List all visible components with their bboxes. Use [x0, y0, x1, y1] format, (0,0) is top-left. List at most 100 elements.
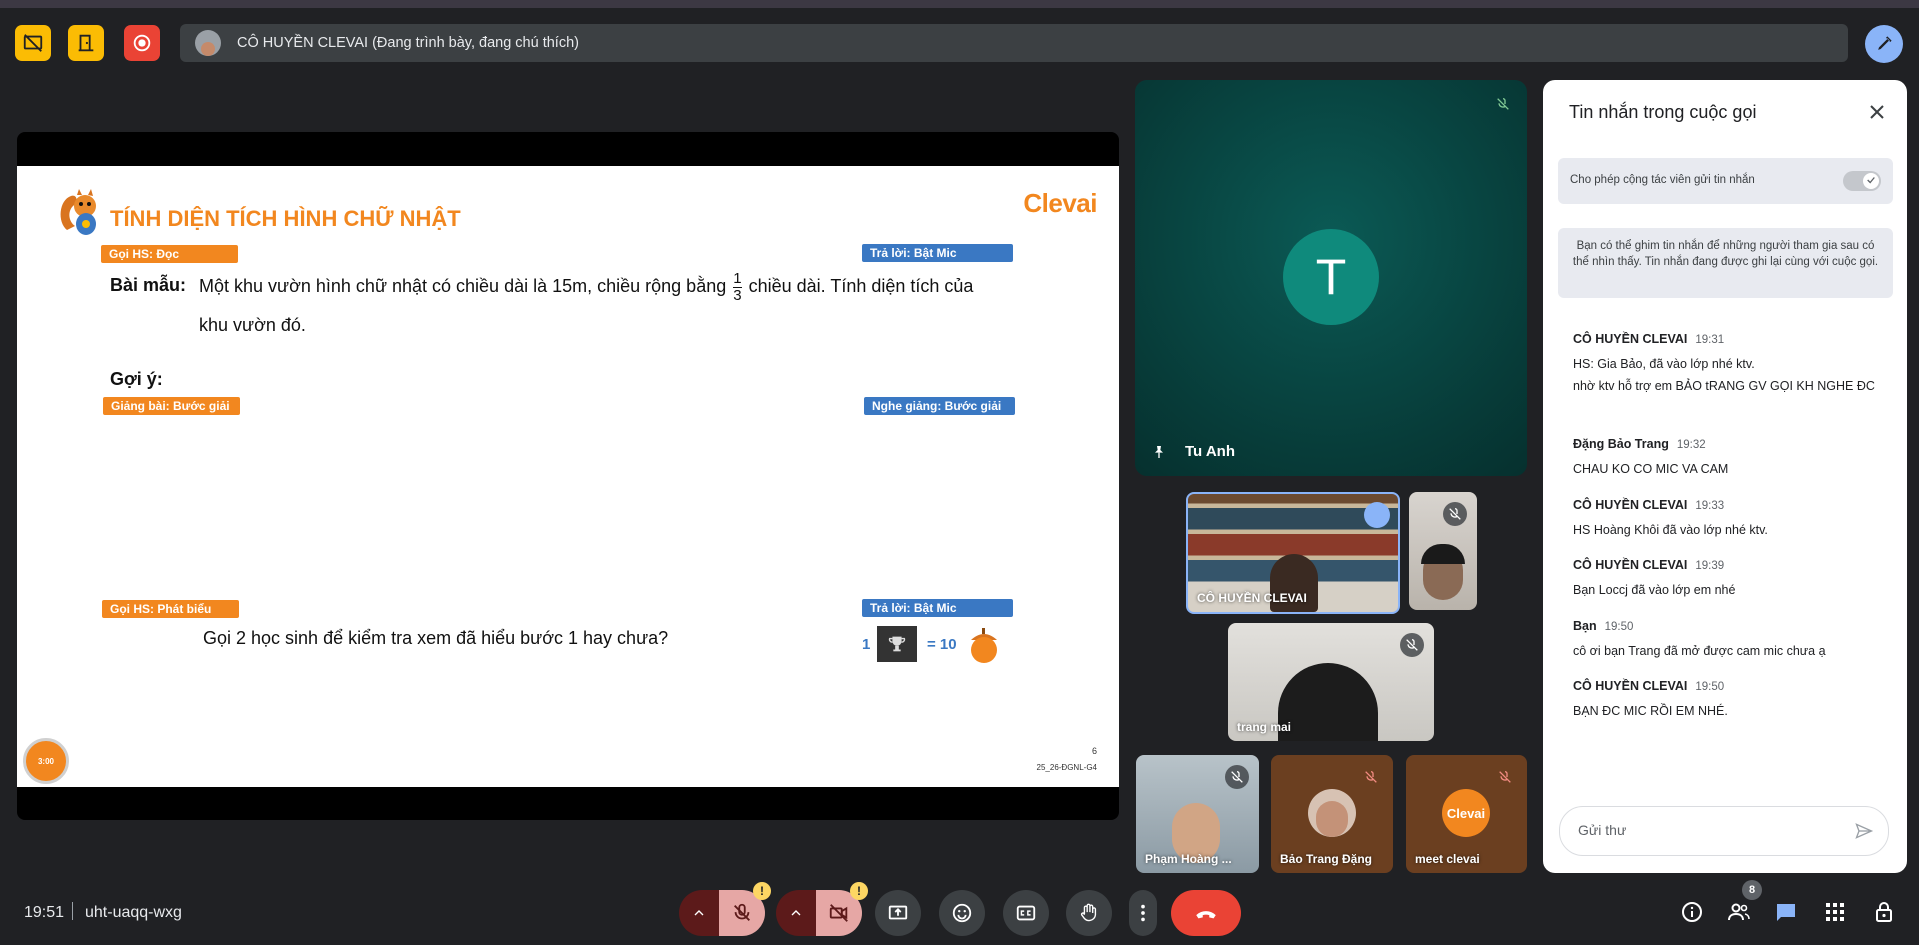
participant-tile-meet-clevai[interactable]: Clevai meet clevai — [1406, 755, 1527, 873]
allow-messages-row: Cho phép cộng tác viên gửi tin nhắn — [1558, 158, 1893, 204]
sample-label: Bài mẫu: — [110, 275, 187, 295]
mic-off-icon — [1443, 502, 1467, 526]
mic-off-icon — [1400, 633, 1424, 657]
participant-tile-boy[interactable] — [1409, 492, 1477, 610]
participant-avatar — [1308, 789, 1356, 837]
tag-answer-mic-2: Trả lời: Bật Mic — [862, 599, 1013, 617]
captions-icon — [1016, 905, 1036, 921]
window-top-strip — [0, 0, 1919, 8]
participant-name: Tu Anh — [1185, 443, 1235, 460]
message-sender: CÔ HUYỀN CLEVAI — [1573, 558, 1688, 572]
chat-icon — [1777, 904, 1795, 921]
message-text: nhờ ktv hỗ trợ em BẢO tRANG GV GỌI KH NG… — [1573, 379, 1875, 393]
reward-equals: = 10 — [927, 636, 957, 653]
annotate-pen-icon — [1878, 36, 1892, 50]
allow-messages-toggle[interactable] — [1843, 171, 1881, 191]
countdown-timer: 3:00 — [23, 738, 69, 784]
acorn-icon — [971, 628, 997, 663]
hint-label: Gợi ý: — [110, 369, 163, 389]
annotate-button[interactable] — [1865, 25, 1903, 63]
chat-info-box: Bạn có thể ghim tin nhắn để những người … — [1558, 228, 1893, 298]
message-sender: CÔ HUYỀN CLEVAI — [1573, 332, 1688, 346]
message-time: 19:33 — [1695, 500, 1725, 512]
chat-input-box[interactable] — [1559, 806, 1889, 856]
fraction: 13 — [733, 269, 742, 304]
participant-name: Bảo Trang Đặng — [1280, 852, 1373, 866]
activities-button[interactable] — [1821, 898, 1849, 926]
tag-call-student-speak: Gọi HS: Phát biểu — [102, 600, 239, 618]
message-sender: CÔ HUYỀN CLEVAI — [1573, 679, 1688, 693]
chevron-up-icon — [694, 910, 704, 916]
chat-info-text: Bạn có thể ghim tin nhắn để những người … — [1572, 240, 1879, 268]
message-text: HS: Gia Bảo, đã vào lớp nhé ktv. — [1573, 357, 1755, 371]
present-button[interactable] — [875, 890, 921, 936]
participant-name: meet clevai — [1415, 852, 1480, 866]
mic-off-icon — [1359, 765, 1383, 789]
send-icon[interactable] — [1854, 821, 1874, 841]
chat-title: Tin nhắn trong cuộc gọi — [1569, 102, 1757, 122]
raise-hand-button[interactable] — [1066, 890, 1112, 936]
mic-off-icon — [1225, 765, 1249, 789]
mic-off-icon — [1493, 765, 1517, 789]
chat-message: CÔ HUYỀN CLEVAI 19:33 HS Hoàng Khôi đã và… — [1573, 496, 1883, 539]
message-text: BẠN ĐC MIC RỒI EM NHÉ. — [1573, 704, 1728, 718]
message-time: 19:32 — [1676, 439, 1706, 451]
tag-lecture-steps: Giảng bài: Bước giải — [103, 397, 240, 415]
fraction-denominator: 3 — [733, 286, 742, 304]
record-icon — [133, 34, 151, 52]
stop-presenting-button[interactable] — [15, 25, 51, 61]
chat-button[interactable] — [1772, 898, 1800, 926]
presenter-bar[interactable]: CÔ HUYỀN CLEVAI (Đang trình bày, đang ch… — [180, 24, 1848, 62]
pin-icon[interactable] — [1151, 444, 1167, 460]
slide-title: TÍNH DIỆN TÍCH HÌNH CHỮ NHẬT — [110, 206, 461, 231]
meeting-details-button[interactable] — [1678, 898, 1706, 926]
door-icon — [78, 34, 94, 52]
pinned-participant-tile[interactable]: T Tu Anh — [1135, 80, 1527, 476]
participant-name: Phạm Hoàng ... — [1145, 852, 1232, 866]
chat-message: CÔ HUYỀN CLEVAI 19:31 HS: Gia Bảo, đã vào… — [1573, 330, 1883, 395]
message-time: 19:39 — [1695, 560, 1725, 572]
screen-share-off-icon — [23, 34, 43, 52]
presentation-slide[interactable]: TÍNH DIỆN TÍCH HÌNH CHỮ NHẬT Clevai Gọi … — [17, 166, 1119, 787]
audio-options-button[interactable] — [679, 890, 719, 936]
presenter-status-text: CÔ HUYỀN CLEVAI (Đang trình bày, đang ch… — [237, 35, 579, 51]
participant-name: CÔ HUYỀN CLEVAI — [1197, 591, 1307, 605]
slide-page-number: 6 — [1091, 746, 1097, 756]
close-icon[interactable] — [1865, 100, 1889, 124]
people-icon — [1728, 903, 1750, 921]
camera-off-icon — [829, 904, 848, 922]
participant-tile-pham-hoang[interactable]: Phạm Hoàng ... — [1136, 755, 1259, 873]
participant-video — [1278, 663, 1378, 741]
trophy-icon — [877, 626, 917, 662]
mic-toggle-button[interactable]: ! — [719, 882, 771, 936]
meeting-clock: 19:51 — [24, 904, 65, 921]
message-text: cô ơi bạn Trang đã mở được cam mic chưa … — [1573, 644, 1826, 658]
tag-call-student-read: Gọi HS: Đọc — [101, 245, 238, 263]
end-call-icon — [1196, 911, 1216, 919]
participant-tile-host[interactable]: CÔ HUYỀN CLEVAI — [1186, 492, 1400, 614]
recording-button[interactable] — [124, 25, 160, 61]
reactions-button[interactable] — [939, 890, 985, 936]
chat-input[interactable] — [1576, 821, 1840, 839]
people-button[interactable] — [1725, 898, 1753, 926]
sample-problem: Một khu vườn hình chữ nhật có chiều dài … — [199, 267, 1019, 305]
more-options-button[interactable] — [1129, 890, 1157, 936]
meeting-code: uht-uaqq-wxg — [85, 904, 182, 921]
participant-tile-bao-trang[interactable]: Bảo Trang Đặng — [1271, 755, 1393, 873]
captions-button[interactable] — [1003, 890, 1049, 936]
camera-toggle-button[interactable]: ! — [816, 882, 868, 936]
participant-avatar: T — [1283, 229, 1379, 325]
fraction-numerator: 1 — [733, 269, 742, 288]
chevron-up-icon — [791, 910, 801, 916]
participant-tile-trang-mai[interactable]: trang mai — [1228, 623, 1434, 741]
host-controls-button[interactable] — [1870, 898, 1898, 926]
breakout-rooms-button[interactable] — [68, 25, 104, 61]
host-controls-icon — [1876, 902, 1892, 922]
mic-off-icon — [734, 903, 750, 921]
raise-hand-icon — [1080, 903, 1097, 922]
activities-icon — [1826, 903, 1844, 921]
chat-message: Bạn 19:50 cô ơi bạn Trang đã mở được cam … — [1573, 617, 1883, 660]
leave-call-button[interactable] — [1171, 890, 1241, 936]
sample-text-part-a: Một khu vườn hình chữ nhật có chiều dài … — [199, 276, 727, 296]
video-options-button[interactable] — [776, 890, 816, 936]
